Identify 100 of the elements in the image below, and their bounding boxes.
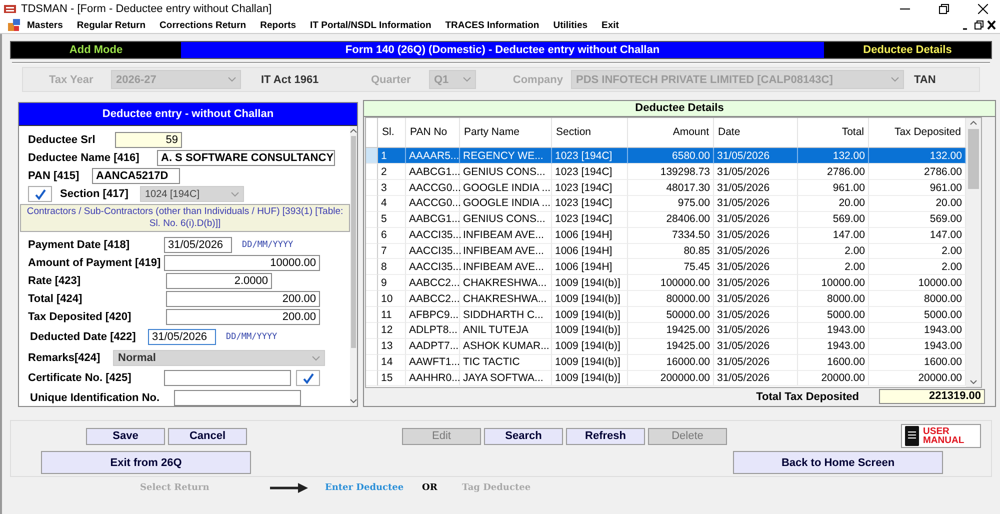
table-cell: 1023 [194C] xyxy=(552,164,628,180)
mdi-window-controls-icon[interactable] xyxy=(962,20,996,30)
row-header[interactable] xyxy=(366,338,378,355)
menu-item[interactable]: Reports xyxy=(253,20,304,30)
row-header[interactable] xyxy=(366,244,378,260)
checkmark-icon xyxy=(34,188,46,200)
rate-field[interactable]: 2.0000 xyxy=(166,273,272,289)
table-cell: 8 xyxy=(378,259,406,276)
section-title: Deductee Details xyxy=(824,42,991,58)
table-cell: 11 xyxy=(378,307,406,323)
menu-item[interactable]: Masters xyxy=(20,20,70,30)
pan-field[interactable]: AANCA5217D xyxy=(92,168,180,184)
action-button[interactable]: Search xyxy=(484,428,563,444)
action-button[interactable]: Cancel xyxy=(168,428,247,444)
menu-item[interactable]: Corrections Return xyxy=(152,20,254,30)
form-scrollbar[interactable] xyxy=(350,126,357,406)
remarks-dropdown[interactable]: Normal xyxy=(113,350,325,366)
table-cell: 50000.00 xyxy=(628,307,714,323)
row-header[interactable] xyxy=(366,370,378,386)
row-header[interactable] xyxy=(366,275,378,292)
table-cell: 10000.00 xyxy=(798,275,869,292)
section-dropdown[interactable]: 1024 [194C] xyxy=(140,186,244,202)
row-header[interactable] xyxy=(366,164,378,180)
table-cell: AABCG1... xyxy=(406,212,460,228)
table-cell: 1943.00 xyxy=(798,338,869,355)
table-scrollbar[interactable] xyxy=(966,118,981,387)
uid-field[interactable] xyxy=(174,390,301,406)
row-header[interactable] xyxy=(366,307,378,323)
table-cell: 2.00 xyxy=(798,259,869,276)
table-cell: INFIBEAM AVE... xyxy=(460,244,552,260)
table-cell: 1009 [194I(b)] xyxy=(552,307,628,323)
row-header[interactable] xyxy=(366,196,378,212)
table-cell: GOOGLE INDIA ... xyxy=(460,180,552,196)
scroll-thumb[interactable] xyxy=(968,128,979,189)
table-cell: 31/05/2026 xyxy=(714,275,798,292)
menu-app-icon xyxy=(8,19,20,31)
section-check-button[interactable] xyxy=(28,186,52,202)
user-manual-button[interactable]: USER MANUAL xyxy=(901,424,981,448)
table-cell: 80.85 xyxy=(628,244,714,260)
action-button[interactable]: Refresh xyxy=(566,428,645,444)
close-icon[interactable] xyxy=(978,4,988,14)
menu-item[interactable]: IT Portal/NSDL Information xyxy=(303,20,438,30)
exit-button[interactable]: Exit from 26Q xyxy=(41,451,251,474)
row-header[interactable] xyxy=(366,180,378,196)
field-label: Tax Deposited [420] xyxy=(28,311,132,323)
name-field[interactable]: A. S SOFTWARE CONSULTANCY xyxy=(157,150,335,166)
scroll-up-icon[interactable] xyxy=(350,129,357,133)
deducted-date-field[interactable]: 31/05/2026 xyxy=(148,329,216,345)
table-cell: 20.00 xyxy=(798,196,869,212)
total-field[interactable]: 200.00 xyxy=(166,291,320,307)
row-header[interactable] xyxy=(366,354,378,371)
menu-item[interactable]: TRACES Information xyxy=(438,20,546,30)
scroll-down-icon[interactable] xyxy=(970,380,977,384)
scroll-down-icon[interactable] xyxy=(350,399,357,403)
minimize-icon[interactable] xyxy=(900,8,910,10)
table-cell: 2.00 xyxy=(798,244,869,260)
table-cell: 80000.00 xyxy=(628,291,714,308)
table-cell: AADPT7... xyxy=(406,338,460,355)
row-header[interactable] xyxy=(366,212,378,228)
menu-item[interactable]: Exit xyxy=(594,20,626,30)
row-header[interactable] xyxy=(366,291,378,308)
menu-item[interactable]: Utilities xyxy=(546,20,595,30)
certificate-field[interactable] xyxy=(164,370,291,386)
mode-label: Add Mode xyxy=(11,42,181,58)
table-title: Deductee Details xyxy=(364,101,995,117)
table-cell: 5 xyxy=(378,212,406,228)
payment-date-field[interactable]: 31/05/2026 xyxy=(164,237,232,253)
table-cell: AACCG0... xyxy=(406,196,460,212)
table-cell: INFIBEAM AVE... xyxy=(460,259,552,276)
table-cell: 8000.00 xyxy=(798,291,869,308)
amount-field[interactable]: 10000.00 xyxy=(164,255,320,271)
row-header[interactable] xyxy=(366,259,378,276)
table-cell: SIDDHARTH C... xyxy=(460,307,552,323)
row-header[interactable] xyxy=(366,148,378,164)
serial-field[interactable]: 59 xyxy=(115,132,182,148)
table-cell: AACCI35... xyxy=(406,244,460,260)
table-cell: 31/05/2026 xyxy=(714,291,798,308)
table-cell: 1023 [194C] xyxy=(552,196,628,212)
field-label: Payment Date [418] xyxy=(28,239,130,251)
menu-item[interactable]: Regular Return xyxy=(70,20,153,30)
table-cell: 31/05/2026 xyxy=(714,259,798,276)
home-button[interactable]: Back to Home Screen xyxy=(733,451,943,474)
row-header[interactable] xyxy=(366,322,378,339)
date-format-hint: DD/MM/YYYY xyxy=(242,240,294,250)
restore-icon[interactable] xyxy=(939,4,949,14)
table-cell: AFBPC9... xyxy=(406,307,460,323)
table-cell: 13 xyxy=(378,338,406,355)
action-button[interactable]: Save xyxy=(86,428,165,444)
certificate-check-button[interactable] xyxy=(296,370,320,386)
scroll-up-icon[interactable] xyxy=(970,120,977,125)
table-cell: INFIBEAM AVE... xyxy=(460,228,552,244)
table-cell: AABCG1... xyxy=(406,164,460,180)
row-header[interactable] xyxy=(366,228,378,244)
field-label: Unique Identification No. xyxy=(30,392,161,404)
table-cell: GOOGLE INDIA ... xyxy=(460,196,552,212)
table-cell: 9 xyxy=(378,275,406,292)
table-cell: AAWFT1... xyxy=(406,354,460,371)
panel-title: Deductee entry - without Challan xyxy=(19,103,357,126)
tax-deposited-field[interactable]: 200.00 xyxy=(166,309,320,325)
scroll-thumb[interactable] xyxy=(351,136,356,348)
